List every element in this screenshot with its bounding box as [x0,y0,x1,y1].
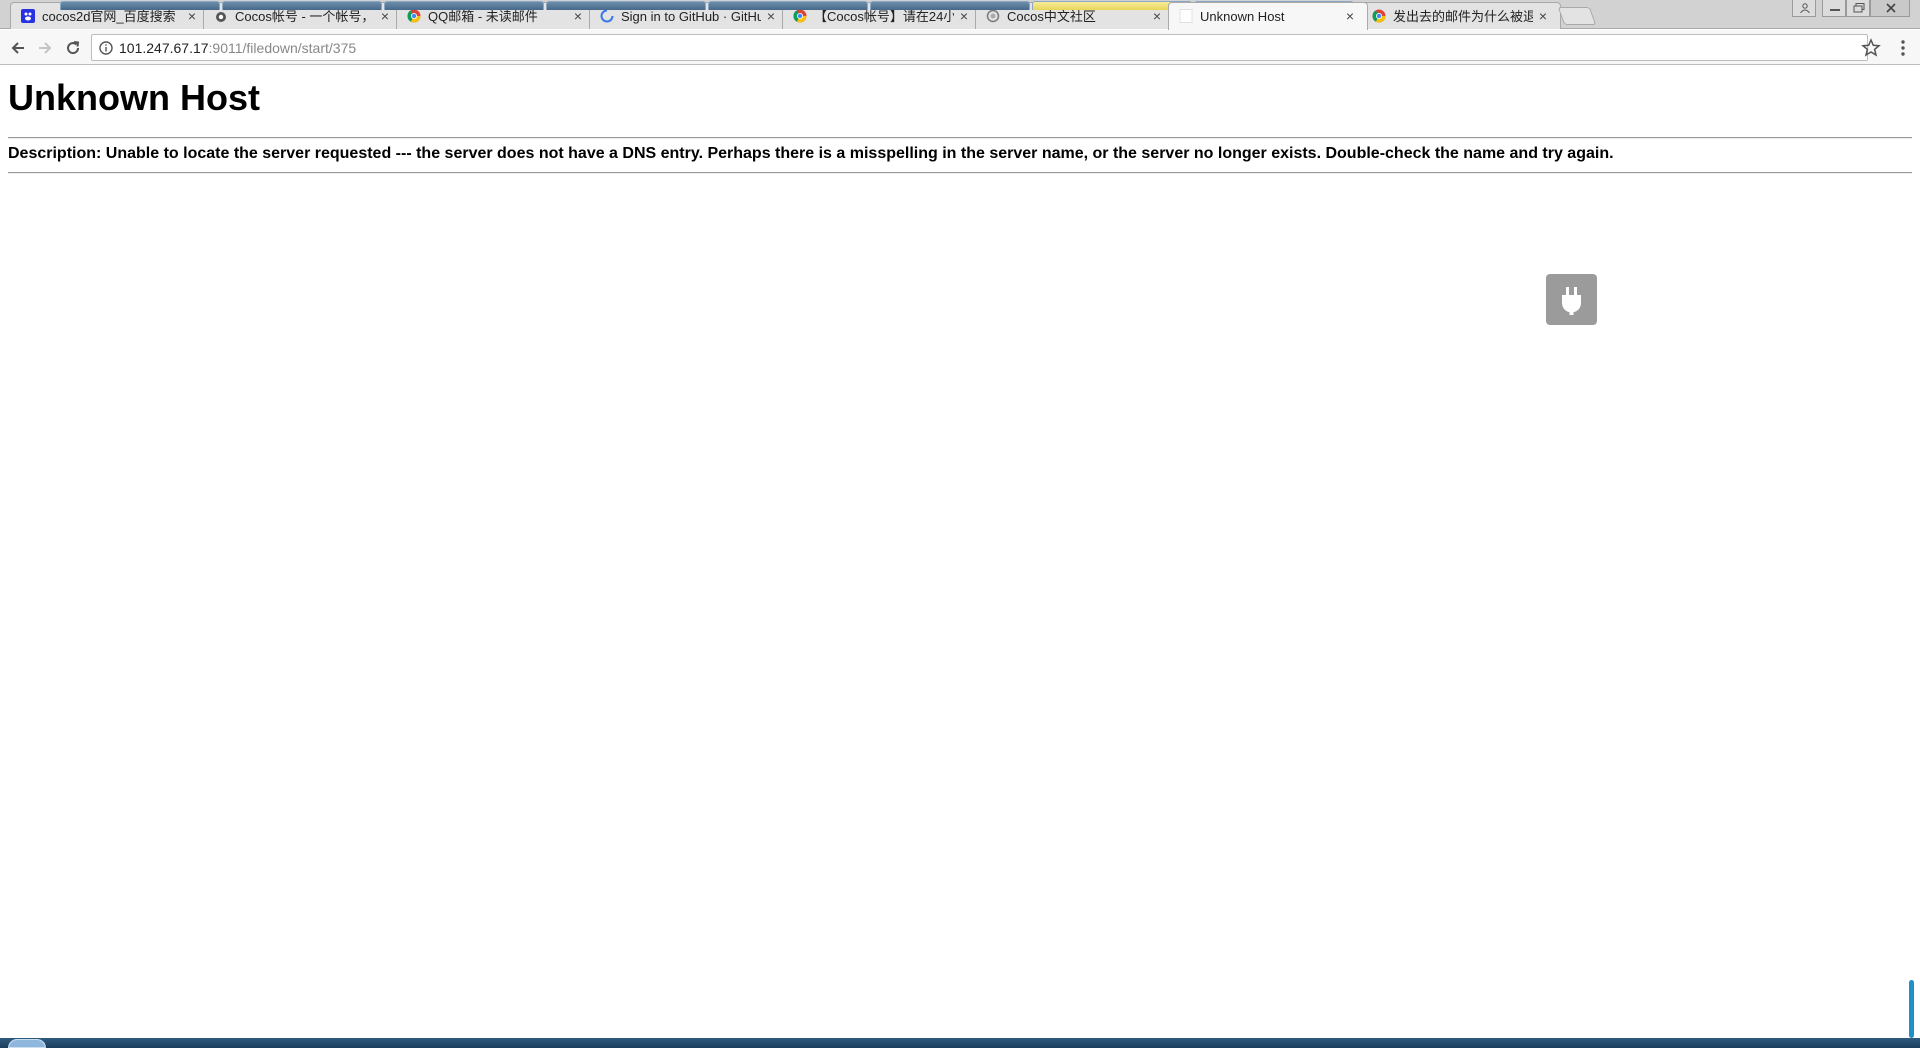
divider-top [8,137,1912,139]
globe-icon [986,9,1000,23]
tab-close-icon[interactable]: × [1150,9,1164,23]
tab-close-icon[interactable]: × [957,9,971,23]
address-bar[interactable]: 101.247.67.17:9011/filedown/start/375 [91,34,1868,61]
floating-extension-button[interactable] [1546,274,1597,325]
taskbar-item-folder[interactable] [60,1,220,10]
tab-title: 发出去的邮件为什么被退 [1393,9,1533,24]
tab-title: Cocos中文社区 [1007,9,1096,24]
url-path: :9011/filedown/start/375 [208,40,357,56]
taskbar-item-folder[interactable] [222,1,382,10]
os-taskbar [0,1038,1920,1048]
taskbar-item-browser[interactable] [384,1,544,10]
minimize-icon[interactable] [1822,0,1846,17]
url-text[interactable]: 101.247.67.17:9011/filedown/start/375 [119,40,356,57]
chrome-icon [793,9,807,23]
tab-title: Cocos帐号 - 一个帐号， [235,9,375,24]
start-button[interactable] [8,1039,46,1048]
page-content: Unknown Host Description: Unable to loca… [0,66,1920,1032]
baidu-paw-icon [21,9,35,23]
chrome-icon [1372,9,1386,23]
divider-bottom [8,172,1912,174]
close-window-icon[interactable] [1870,0,1910,17]
blank-page-icon [1179,9,1193,23]
reload-button[interactable] [61,36,85,60]
cocos-logo-icon [214,9,228,23]
tab-close-icon[interactable]: × [1536,9,1550,23]
back-button[interactable] [6,36,30,60]
tab-title: Sign in to GitHub · GitHub [621,9,761,24]
tab-close-icon[interactable]: × [378,9,392,23]
scrollbar-thumb[interactable] [1909,980,1914,1038]
restore-icon[interactable] [1846,0,1870,17]
tab-close-icon[interactable]: × [571,9,585,23]
back-arrow-icon [11,42,24,54]
taskbar-item[interactable] [870,1,1030,10]
info-icon[interactable] [99,41,113,55]
tab-title: 【Cocos帐号】请在24小 [814,9,954,24]
error-description: Description: Unable to locate the server… [8,145,1614,162]
bookmark-star-icon[interactable] [1861,38,1881,58]
plug-icon [1562,287,1581,315]
page-title: Unknown Host [8,77,260,118]
browser-toolbar: 101.247.67.17:9011/filedown/start/375 [0,30,1920,65]
tab-title: Unknown Host [1200,9,1285,24]
taskbar-item[interactable] [546,1,706,10]
menu-dots-icon[interactable] [1893,38,1913,58]
taskbar-item[interactable] [708,1,868,10]
reload-icon [67,41,80,55]
tab-unknown-host[interactable]: Unknown Host × [1168,2,1368,30]
chrome-icon [407,9,421,23]
tab-close-icon[interactable]: × [185,9,199,23]
url-host: 101.247.67.17 [119,40,209,56]
tab-title: cocos2d官网_百度搜索 [42,9,176,24]
tab-title: QQ邮箱 - 未读邮件 [428,9,538,24]
user-profile-icon[interactable] [1792,0,1816,17]
tab-bounced-mail[interactable]: 发出去的邮件为什么被退 × [1361,2,1561,29]
forward-arrow-icon [39,42,52,54]
loading-spinner-icon [600,9,614,23]
new-tab-button[interactable] [1557,7,1597,25]
forward-button[interactable] [33,36,57,60]
tab-close-icon[interactable]: × [764,9,778,23]
tab-close-icon[interactable]: × [1343,9,1357,23]
